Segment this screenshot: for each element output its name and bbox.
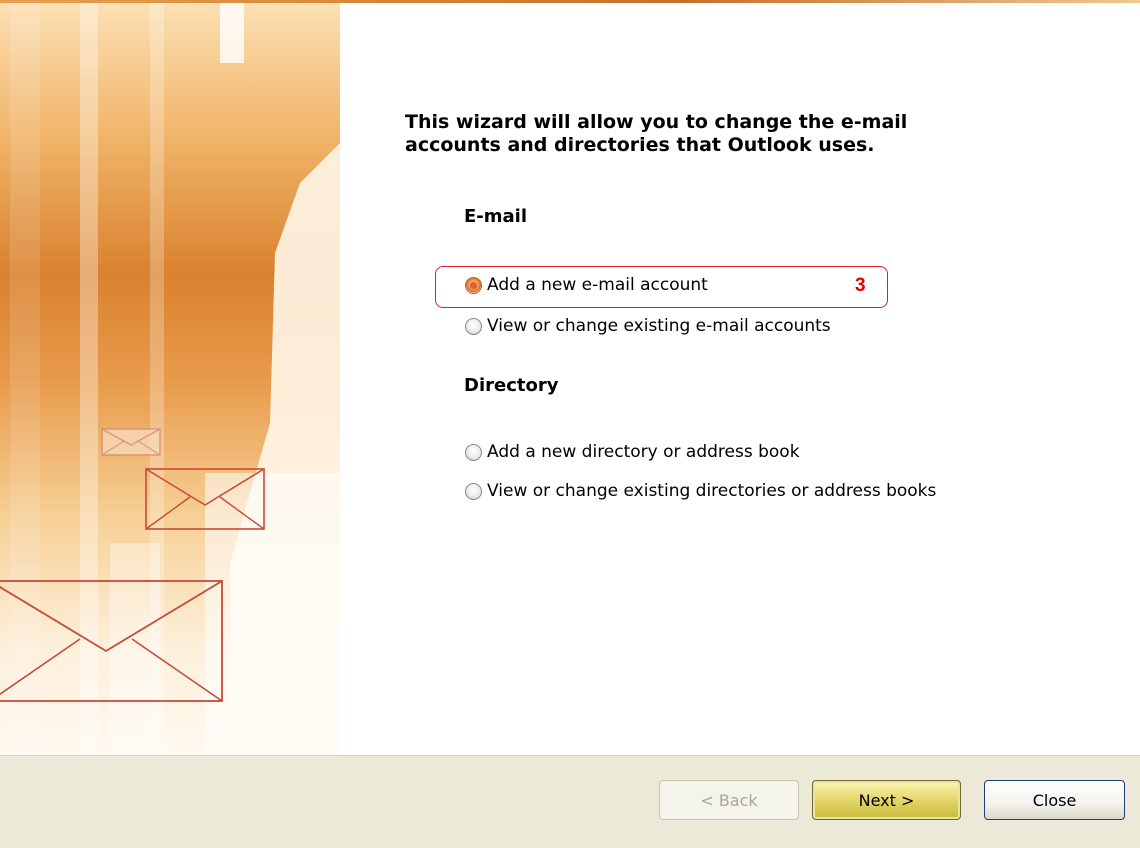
back-button[interactable]: < Back: [659, 780, 799, 820]
annotation-highlight-box: [435, 266, 888, 308]
radio-label: Add a new directory or address book: [487, 442, 800, 462]
radio-view-directories[interactable]: View or change existing directories or a…: [465, 478, 936, 504]
radio-empty-icon[interactable]: [465, 443, 482, 461]
radio-view-email-accounts[interactable]: View or change existing e-mail accounts: [465, 313, 831, 339]
wizard-footer: < Back Next > Close: [0, 755, 1140, 848]
envelope-icon: [101, 428, 161, 456]
email-section-title: E-mail: [464, 206, 528, 227]
annotation-step-number: 3: [855, 275, 866, 296]
close-button[interactable]: Close: [984, 780, 1125, 820]
radio-empty-icon[interactable]: [465, 482, 482, 500]
directory-section-title: Directory: [464, 375, 559, 396]
wizard-content: This wizard will allow you to change the…: [405, 3, 1125, 755]
side-artwork-graphic: [0, 3, 340, 755]
radio-add-directory[interactable]: Add a new directory or address book: [465, 439, 800, 465]
next-button[interactable]: Next >: [812, 780, 961, 820]
wizard-headline: This wizard will allow you to change the…: [405, 111, 908, 156]
radio-empty-icon[interactable]: [465, 317, 482, 335]
radio-label: View or change existing directories or a…: [487, 481, 937, 501]
wizard-side-artwork: [0, 3, 340, 755]
radio-label: View or change existing e-mail accounts: [487, 316, 831, 336]
wizard-body: This wizard will allow you to change the…: [0, 3, 1140, 755]
